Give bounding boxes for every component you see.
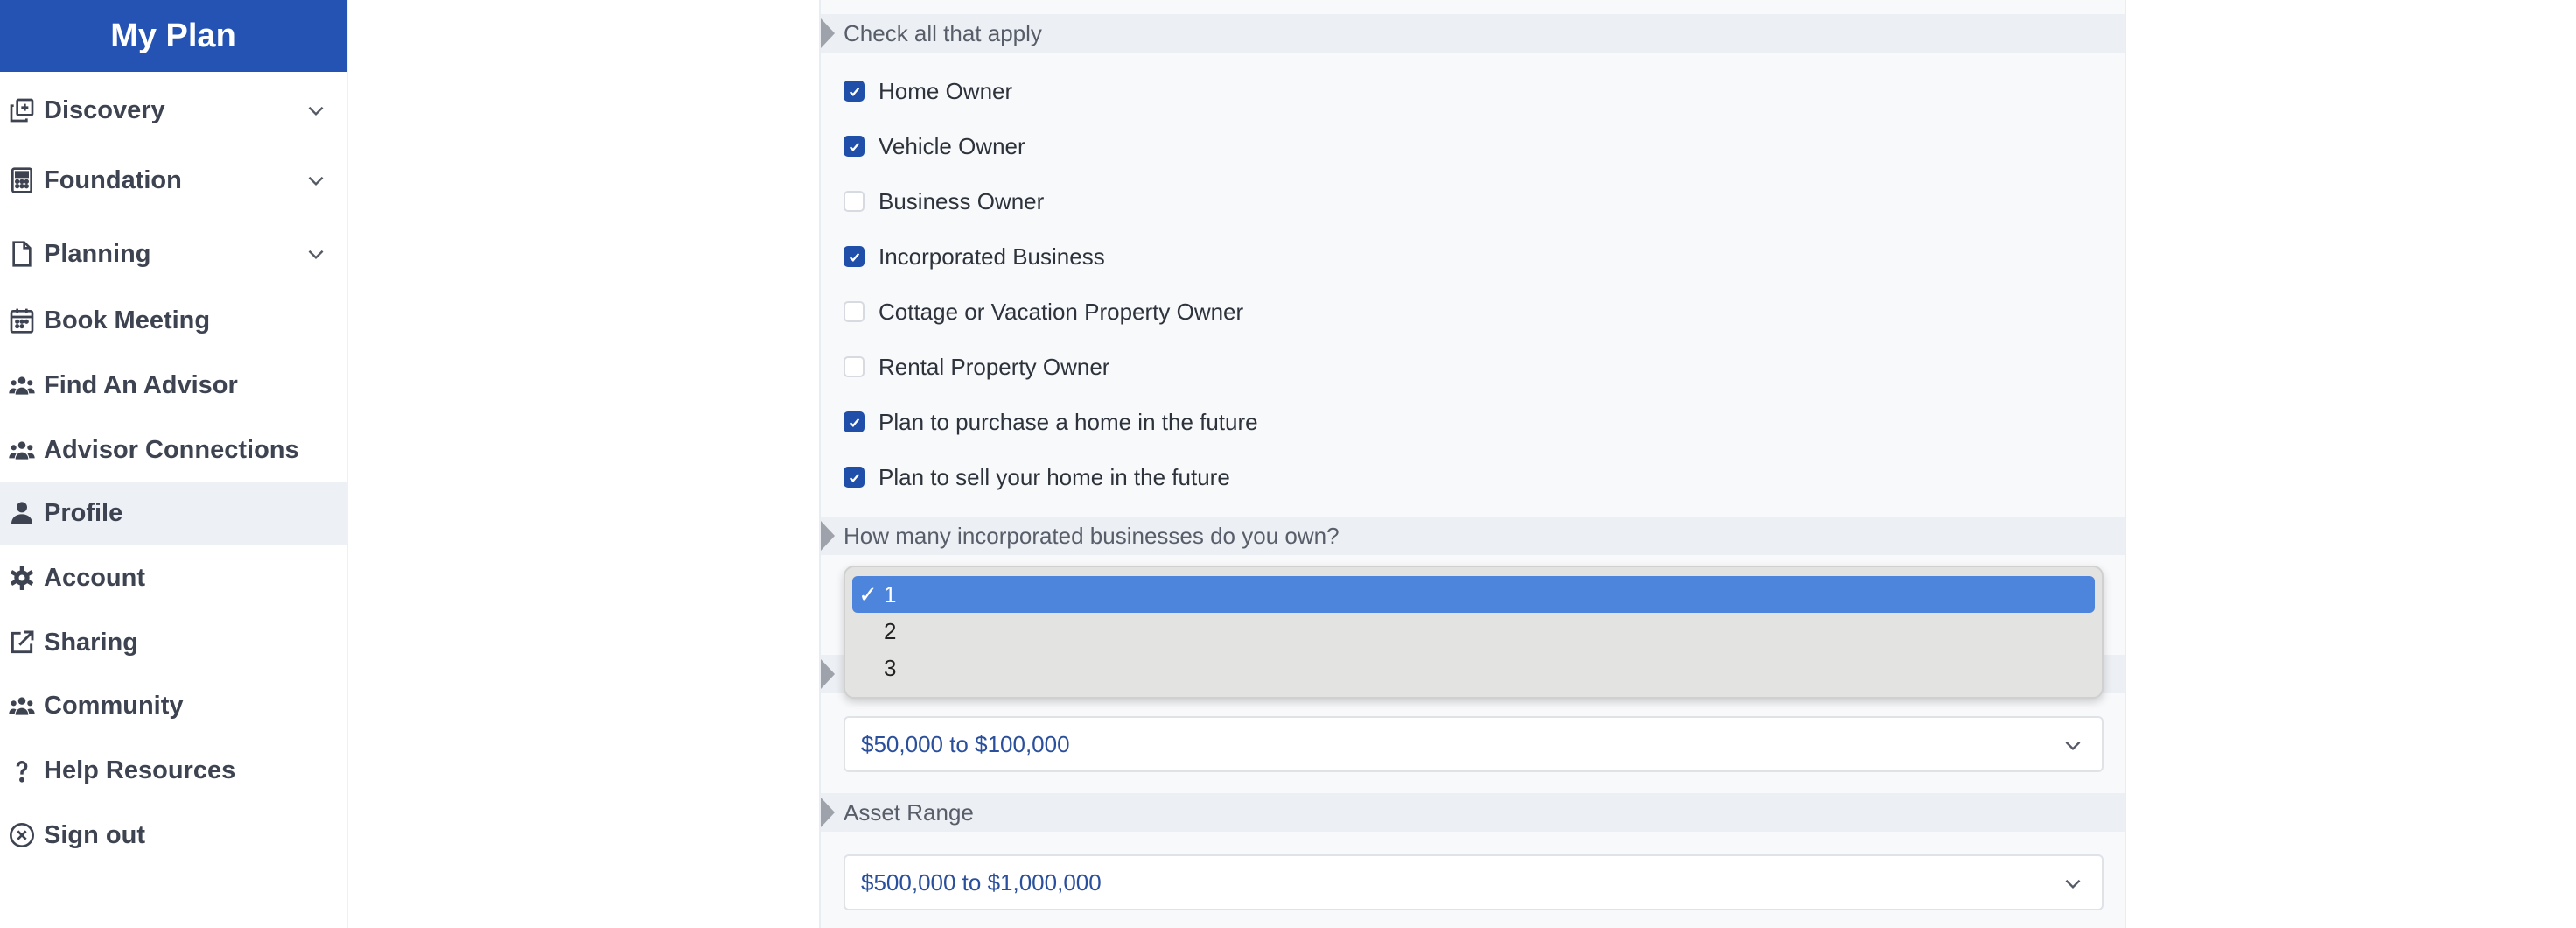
chevron-down-icon[interactable] — [285, 169, 346, 192]
checkbox-checked[interactable] — [844, 246, 864, 267]
checklist-section-header: Check all that apply — [821, 14, 2124, 53]
sidebar-item-community[interactable]: Community — [0, 674, 346, 737]
sidebar-item-book-meeting[interactable]: Book Meeting — [0, 289, 346, 352]
checkmark-icon — [849, 473, 859, 482]
section-heading: How many incorporated businesses do you … — [844, 522, 1340, 549]
caret-right-icon — [821, 659, 835, 689]
sidebar-item-foundation[interactable]: Foundation — [0, 149, 346, 212]
businesses-count-dropdown[interactable]: ✓ 1 2 3 — [844, 566, 2104, 699]
sidebar-item-label: Book Meeting — [44, 306, 211, 334]
users-icon — [0, 692, 44, 720]
external-link-icon — [0, 629, 44, 657]
checkbox-label: Rental Property Owner — [878, 353, 1110, 380]
businesses-section-header: How many incorporated businesses do you … — [821, 517, 2124, 555]
plus-square-icon — [0, 96, 44, 124]
user-icon — [0, 499, 44, 527]
checkbox-checked[interactable] — [844, 467, 864, 488]
profile-form-panel: Check all that apply Home Owner Vehicle … — [819, 0, 2126, 928]
sidebar-item-sharing[interactable]: Sharing — [0, 611, 346, 674]
select-value: $50,000 to $100,000 — [861, 730, 1070, 757]
checkbox-vehicle-owner[interactable]: Vehicle Owner — [844, 129, 1026, 164]
dropdown-option-3[interactable]: 3 — [852, 650, 2095, 686]
section-heading: Asset Range — [844, 798, 974, 826]
chevron-down-icon[interactable] — [285, 243, 346, 265]
sidebar-item-planning[interactable]: Planning — [0, 222, 346, 285]
asset-section-header: Asset Range — [821, 793, 2124, 832]
checkbox-label: Vehicle Owner — [878, 132, 1026, 159]
checkbox-label: Business Owner — [878, 187, 1045, 214]
sidebar: My Plan Discovery Foundation Planning Bo — [0, 0, 348, 928]
sidebar-item-label: Advisor Connections — [44, 435, 299, 464]
sidebar-item-label: Sharing — [44, 628, 138, 657]
sidebar-item-label: Sign out — [44, 820, 145, 849]
sidebar-item-label: Find An Advisor — [44, 370, 238, 399]
checkbox-label: Cottage or Vacation Property Owner — [878, 298, 1244, 325]
users-icon — [0, 436, 44, 464]
checkbox-cottage-owner[interactable]: Cottage or Vacation Property Owner — [844, 294, 1243, 329]
sidebar-item-help-resources[interactable]: Help Resources — [0, 739, 346, 802]
sidebar-item-label: Discovery — [44, 95, 165, 124]
checkbox-label: Plan to sell your home in the future — [878, 463, 1230, 490]
checkbox-incorporated-business[interactable]: Incorporated Business — [844, 239, 1105, 274]
checkbox-plan-sell-home[interactable]: Plan to sell your home in the future — [844, 460, 1230, 495]
chevron-down-icon[interactable] — [285, 99, 346, 122]
sidebar-item-sign-out[interactable]: Sign out — [0, 804, 346, 867]
sidebar-item-label: Account — [44, 563, 145, 592]
checkbox-unchecked[interactable] — [844, 356, 864, 377]
checkbox-rental-property-owner[interactable]: Rental Property Owner — [844, 349, 1110, 384]
question-icon — [0, 756, 44, 784]
income-range-select[interactable]: $50,000 to $100,000 — [844, 716, 2104, 772]
checkmark-icon — [849, 418, 859, 427]
dropdown-option-1[interactable]: ✓ 1 — [852, 576, 2095, 613]
caret-right-icon — [821, 798, 835, 827]
sidebar-item-account[interactable]: Account — [0, 546, 346, 609]
calendar-icon — [0, 306, 44, 334]
checkmark-icon — [849, 87, 859, 96]
checkbox-checked[interactable] — [844, 81, 864, 102]
checkbox-label: Incorporated Business — [878, 243, 1105, 270]
section-heading: Check all that apply — [844, 19, 1042, 46]
sidebar-item-label: Foundation — [44, 165, 182, 194]
option-label: 3 — [884, 654, 897, 681]
checkmark-icon — [849, 142, 859, 151]
option-label: 2 — [884, 617, 897, 644]
checkbox-label: Home Owner — [878, 77, 1013, 104]
checkbox-plan-purchase-home[interactable]: Plan to purchase a home in the future — [844, 404, 1258, 439]
sidebar-item-find-an-advisor[interactable]: Find An Advisor — [0, 354, 346, 417]
checkbox-home-owner[interactable]: Home Owner — [844, 74, 1012, 109]
check-icon: ✓ — [858, 580, 878, 608]
sidebar-item-label: Community — [44, 691, 184, 720]
checkbox-label: Plan to purchase a home in the future — [878, 408, 1258, 435]
checkbox-checked[interactable] — [844, 136, 864, 157]
sidebar-item-label: Help Resources — [44, 756, 236, 784]
sidebar-item-advisor-connections[interactable]: Advisor Connections — [0, 418, 346, 482]
select-value: $500,000 to $1,000,000 — [861, 868, 1102, 896]
gear-icon — [0, 564, 44, 592]
calculator-icon — [0, 166, 44, 194]
sidebar-item-discovery[interactable]: Discovery — [0, 79, 346, 142]
sidebar-item-label: Profile — [44, 498, 123, 527]
checkbox-unchecked[interactable] — [844, 191, 864, 212]
checkbox-checked[interactable] — [844, 411, 864, 432]
checkmark-icon — [849, 252, 859, 262]
app-title[interactable]: My Plan — [0, 0, 346, 72]
chevron-down-icon — [2065, 741, 2081, 751]
chevron-down-icon — [2065, 879, 2081, 889]
asset-range-select[interactable]: $500,000 to $1,000,000 — [844, 854, 2104, 910]
close-circle-icon — [0, 821, 44, 849]
caret-right-icon — [821, 521, 835, 551]
caret-right-icon — [821, 18, 835, 48]
checkbox-unchecked[interactable] — [844, 301, 864, 322]
sidebar-item-label: Planning — [44, 239, 151, 268]
document-icon — [0, 240, 44, 268]
dropdown-option-2[interactable]: 2 — [852, 613, 2095, 650]
sidebar-item-profile[interactable]: Profile — [0, 482, 346, 545]
checkbox-business-owner[interactable]: Business Owner — [844, 184, 1044, 219]
option-label: 1 — [884, 580, 897, 608]
users-icon — [0, 371, 44, 399]
